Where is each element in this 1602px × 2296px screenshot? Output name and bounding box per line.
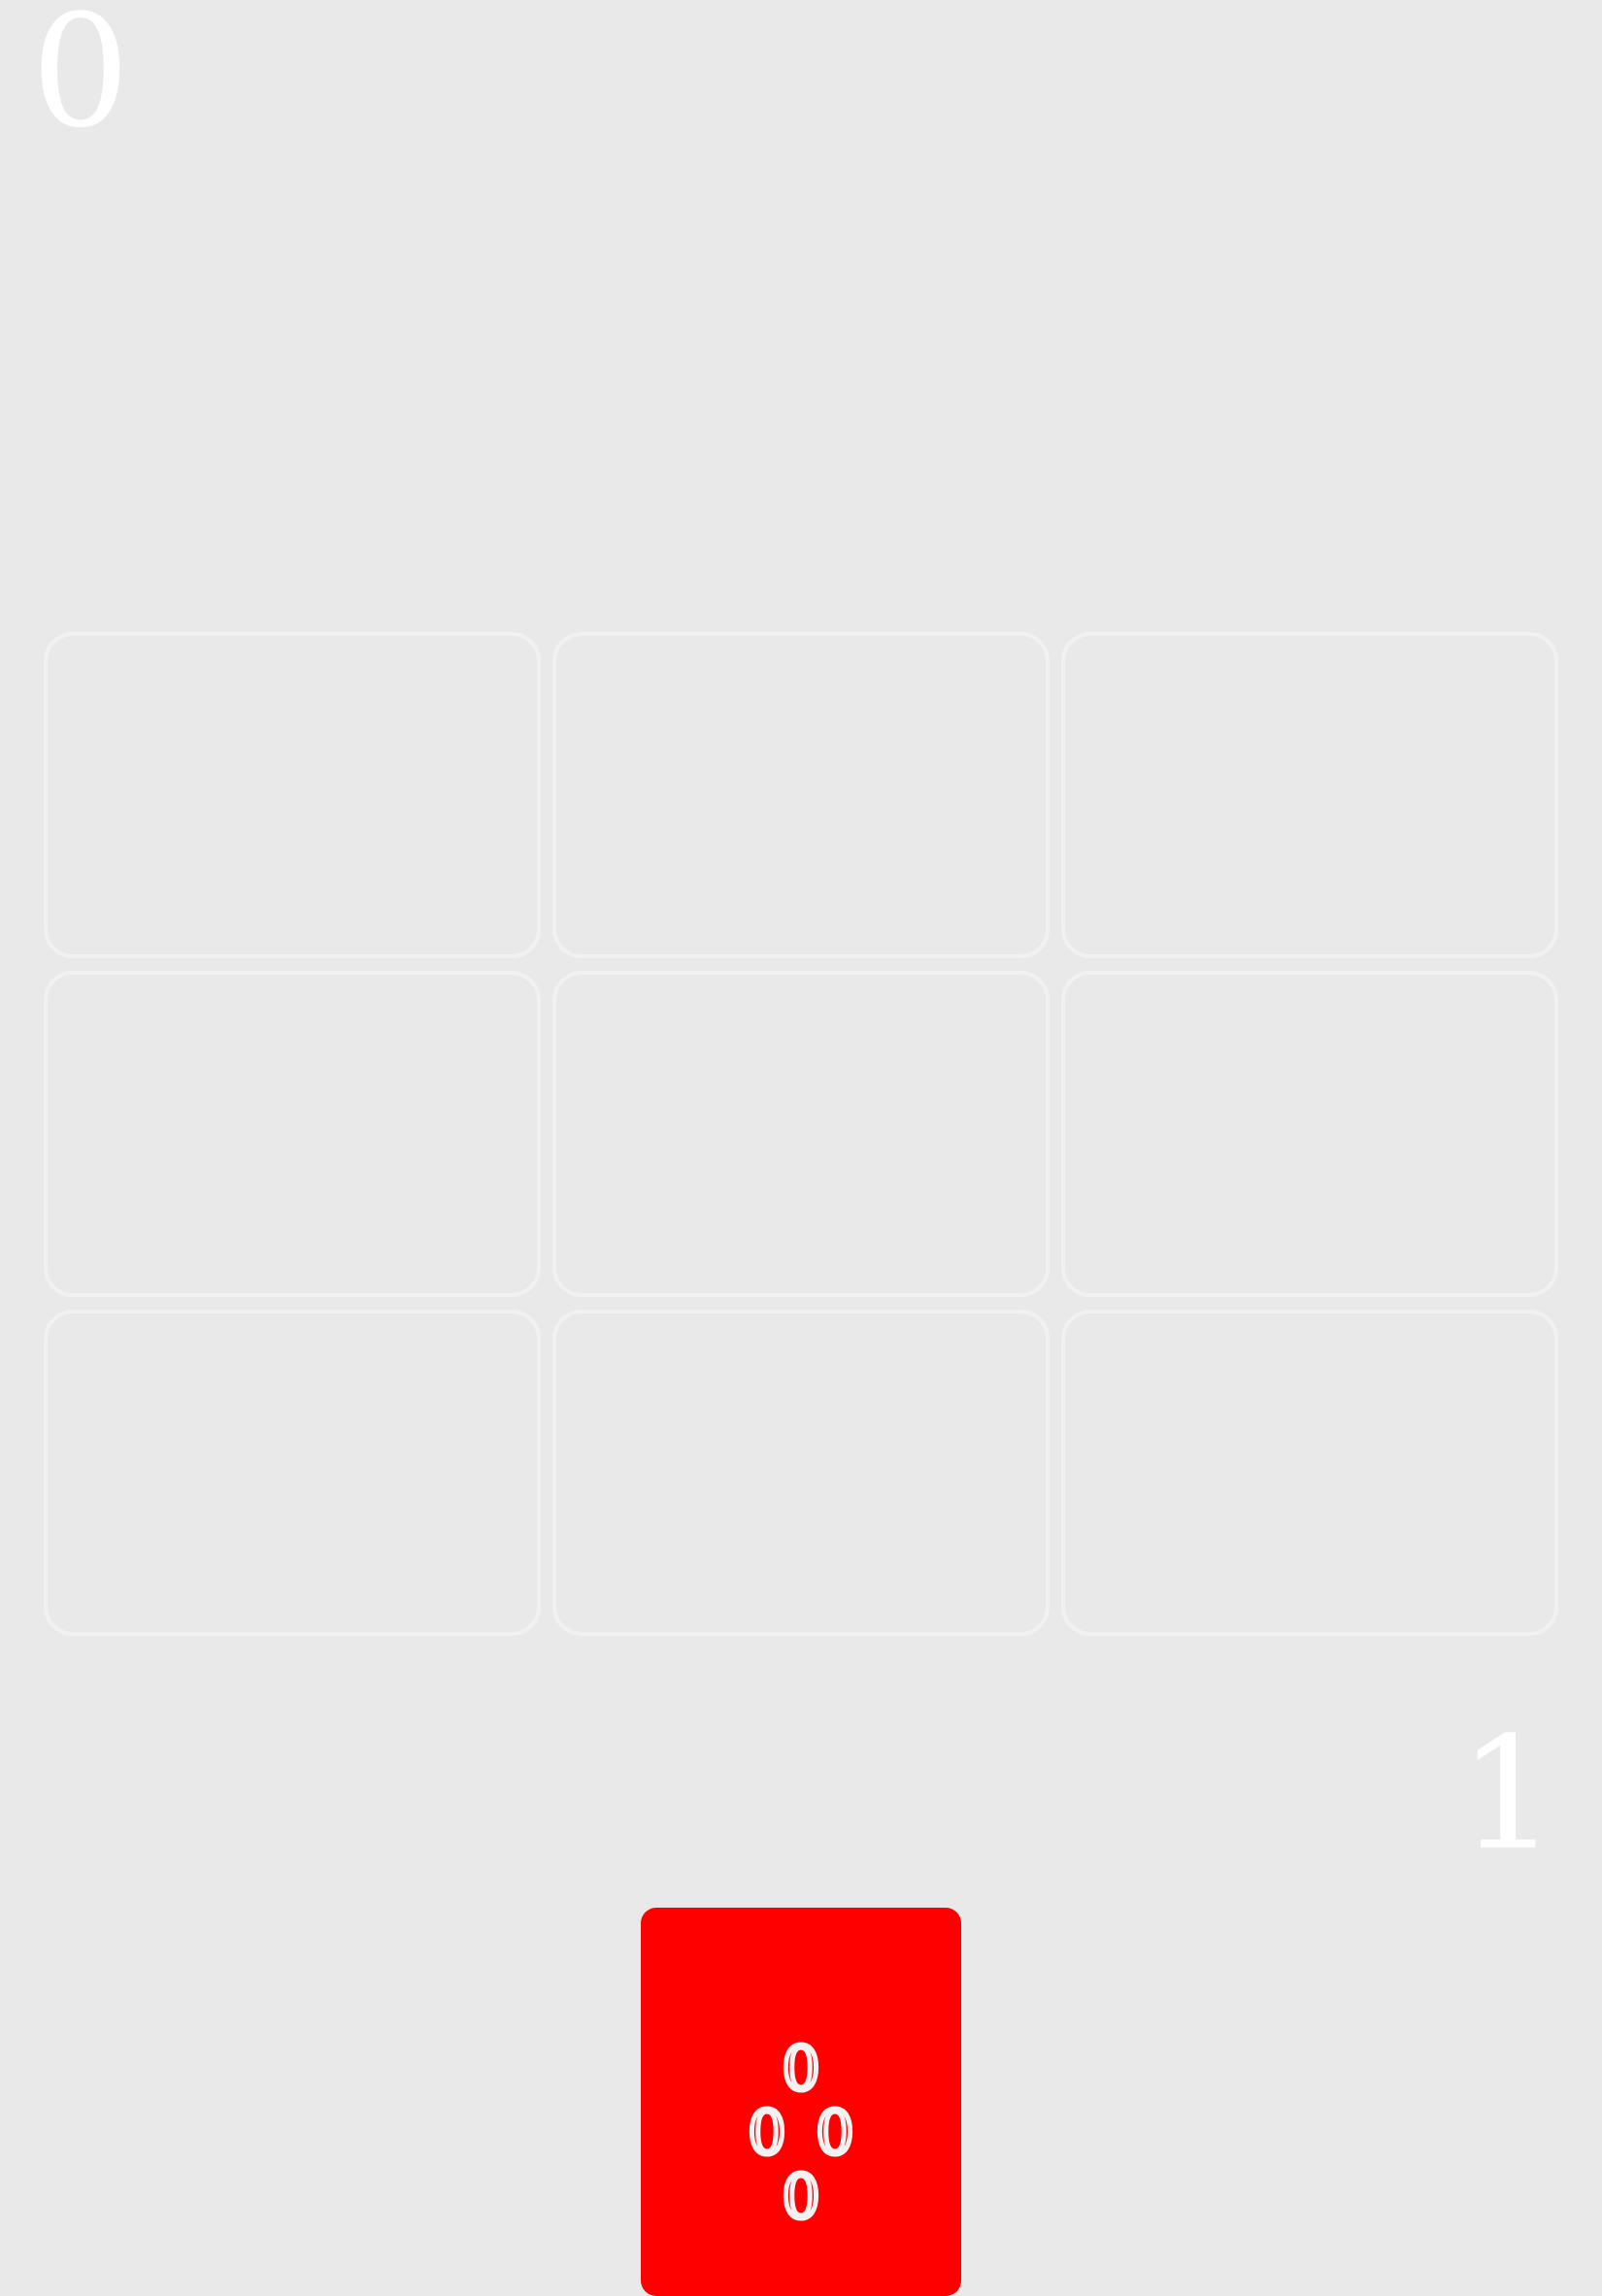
board-slot-3-3[interactable] (1061, 1310, 1558, 1636)
board-slot-2-2[interactable] (552, 971, 1050, 1297)
board-slot-1-3[interactable] (1061, 632, 1558, 958)
hand-card[interactable]: 0 0 0 0 (641, 1908, 961, 2296)
emblem-zero-left: 0 (748, 2097, 785, 2168)
board-slot-1-1[interactable] (44, 632, 541, 958)
emblem-zero-top: 0 (782, 2033, 819, 2104)
opponent-score: 0 (31, 0, 130, 162)
board-slot-3-2[interactable] (552, 1310, 1050, 1636)
player-score: 1 (1458, 1703, 1557, 1884)
game-board (44, 632, 1558, 1636)
emblem-zero-right: 0 (816, 2097, 853, 2168)
board-slot-3-1[interactable] (44, 1310, 541, 1636)
diamond-of-zeros-icon: 0 0 0 0 (746, 2031, 856, 2224)
board-slot-2-1[interactable] (44, 971, 541, 1297)
board-slot-1-2[interactable] (552, 632, 1050, 958)
emblem-zero-bottom: 0 (782, 2161, 819, 2223)
board-slot-2-3[interactable] (1061, 971, 1558, 1297)
